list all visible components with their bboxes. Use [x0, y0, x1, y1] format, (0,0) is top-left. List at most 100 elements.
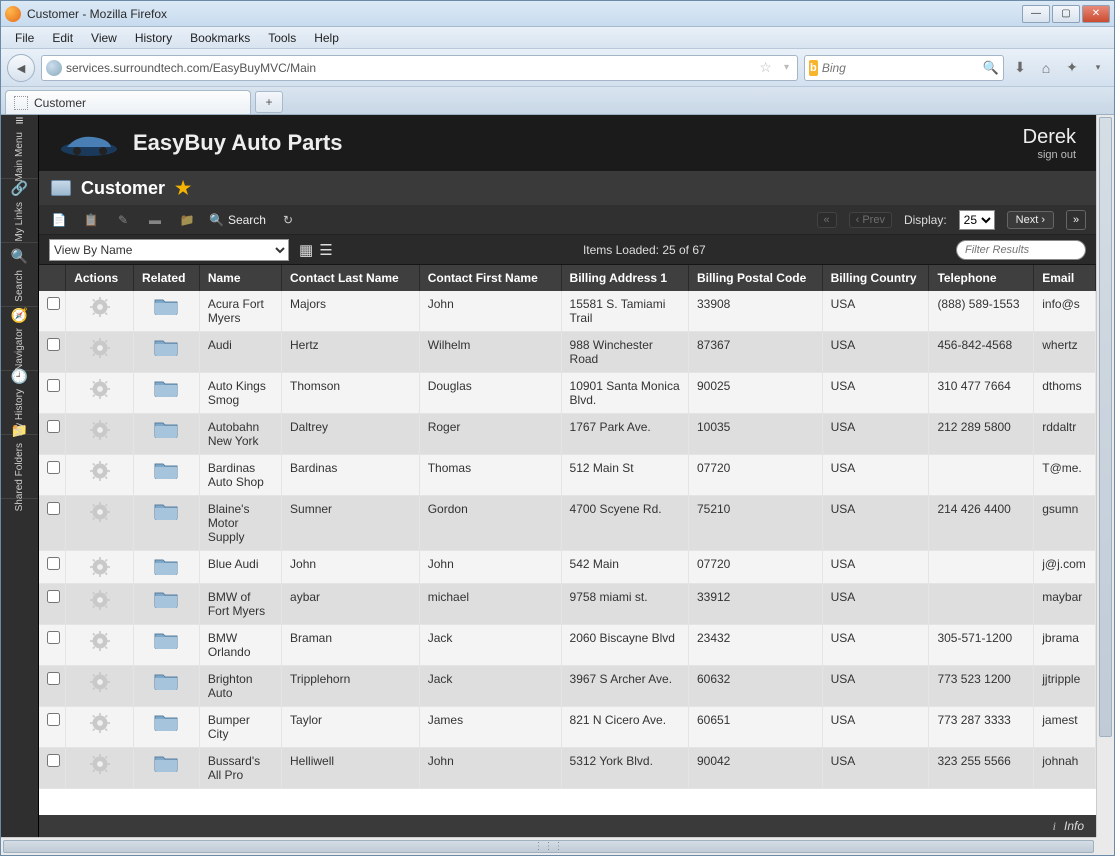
table-row[interactable]: AudiHertzWilhelm988 Winchester Road87367… — [39, 332, 1096, 373]
url-input[interactable] — [66, 61, 751, 75]
horizontal-scrollbar[interactable]: ⋮⋮⋮ — [1, 837, 1096, 855]
table-row[interactable]: BMW of Fort Myersaybarmichael9758 miami … — [39, 584, 1096, 625]
column-header[interactable]: Email — [1034, 265, 1096, 291]
view-by-select[interactable]: View By Name — [49, 239, 289, 261]
column-header[interactable]: Actions — [66, 265, 134, 291]
row-checkbox[interactable] — [47, 338, 60, 351]
folder-icon[interactable] — [154, 557, 178, 575]
gear-icon[interactable] — [90, 502, 110, 522]
gear-icon[interactable] — [90, 338, 110, 358]
prev-page-button[interactable]: ‹ Prev — [849, 212, 892, 228]
menu-file[interactable]: File — [7, 29, 42, 47]
table-row[interactable]: Bumper CityTaylorJames821 N Cicero Ave.6… — [39, 707, 1096, 748]
new-record-icon[interactable]: 📄 — [49, 210, 69, 230]
menu-tools[interactable]: Tools — [260, 29, 304, 47]
downloads-icon[interactable]: ⬇ — [1010, 58, 1030, 78]
minimize-button[interactable]: — — [1022, 5, 1050, 23]
copy-icon[interactable]: 📋 — [81, 210, 101, 230]
favorite-star-icon[interactable]: ★ — [175, 178, 191, 199]
row-checkbox[interactable] — [47, 379, 60, 392]
row-checkbox[interactable] — [47, 713, 60, 726]
close-button[interactable]: ✕ — [1082, 5, 1110, 23]
home-icon[interactable]: ⌂ — [1036, 58, 1056, 78]
gear-icon[interactable] — [90, 379, 110, 399]
folder-icon[interactable] — [154, 420, 178, 438]
maximize-button[interactable]: ▢ — [1052, 5, 1080, 23]
first-page-button[interactable]: « — [817, 212, 837, 228]
browser-search-box[interactable]: b 🔍 — [804, 55, 1004, 81]
table-row[interactable]: Brighton AutoTripplehornJack3967 S Arche… — [39, 666, 1096, 707]
menu-edit[interactable]: Edit — [44, 29, 81, 47]
menu-help[interactable]: Help — [306, 29, 347, 47]
addon-icon[interactable]: ✦ — [1062, 58, 1082, 78]
column-header[interactable]: Billing Country — [822, 265, 929, 291]
folder-icon[interactable] — [154, 297, 178, 315]
rail-item-navigator[interactable]: 🧭Navigator — [1, 307, 38, 371]
info-label[interactable]: Info — [1064, 819, 1084, 833]
table-row[interactable]: Blaine's Motor SupplySumnerGordon4700 Sc… — [39, 496, 1096, 551]
row-checkbox[interactable] — [47, 502, 60, 515]
gear-icon[interactable] — [90, 297, 110, 317]
refresh-icon[interactable]: ↻ — [278, 210, 298, 230]
folder-icon[interactable] — [154, 338, 178, 356]
sign-out-link[interactable]: sign out — [1023, 149, 1076, 161]
browser-search-input[interactable] — [822, 61, 979, 75]
table-row[interactable]: Acura Fort MyersMajorsJohn15581 S. Tamia… — [39, 291, 1096, 332]
column-header[interactable]: Billing Address 1 — [561, 265, 688, 291]
column-header[interactable]: Billing Postal Code — [688, 265, 822, 291]
back-button[interactable]: ◄ — [7, 54, 35, 82]
next-page-button[interactable]: Next › — [1007, 211, 1054, 229]
row-checkbox[interactable] — [47, 631, 60, 644]
folder-icon[interactable] — [154, 502, 178, 520]
folder-icon[interactable] — [154, 631, 178, 649]
column-header[interactable]: Contact Last Name — [282, 265, 420, 291]
column-header[interactable]: Telephone — [929, 265, 1034, 291]
folder-icon[interactable] — [154, 754, 178, 772]
gear-icon[interactable] — [90, 590, 110, 610]
row-checkbox[interactable] — [47, 297, 60, 310]
row-checkbox[interactable] — [47, 672, 60, 685]
column-header[interactable]: Name — [199, 265, 281, 291]
table-row[interactable]: BMW OrlandoBramanJack2060 Biscayne Blvd2… — [39, 625, 1096, 666]
search-submit-icon[interactable]: 🔍 — [983, 60, 999, 76]
rail-item-search[interactable]: 🔍Search — [1, 243, 38, 307]
display-count-select[interactable]: 25 — [959, 210, 995, 230]
gear-icon[interactable] — [90, 557, 110, 577]
last-page-button[interactable]: » — [1066, 210, 1086, 230]
column-header[interactable] — [39, 265, 66, 291]
folder-icon[interactable]: 📁 — [177, 210, 197, 230]
toolbar-menu-icon[interactable]: ▾ — [1088, 58, 1108, 78]
rail-item-shared-folders[interactable]: 📁Shared Folders — [1, 435, 38, 499]
folder-icon[interactable] — [154, 713, 178, 731]
row-checkbox[interactable] — [47, 754, 60, 767]
table-row[interactable]: Blue AudiJohnJohn542 Main07720USAj@j.com — [39, 551, 1096, 584]
folder-icon[interactable] — [154, 672, 178, 690]
menu-bookmarks[interactable]: Bookmarks — [182, 29, 258, 47]
gear-icon[interactable] — [90, 631, 110, 651]
grid-view-icon[interactable]: ▦ — [299, 241, 313, 259]
rail-item-main-menu[interactable]: ≡Main Menu — [1, 115, 38, 179]
column-header[interactable]: Contact First Name — [419, 265, 561, 291]
list-view-icon[interactable]: ☰ — [319, 241, 332, 259]
menu-history[interactable]: History — [127, 29, 180, 47]
vertical-scrollbar[interactable] — [1096, 115, 1114, 837]
row-checkbox[interactable] — [47, 557, 60, 570]
gear-icon[interactable] — [90, 713, 110, 733]
gear-icon[interactable] — [90, 754, 110, 774]
column-header[interactable]: Related — [134, 265, 200, 291]
folder-icon[interactable] — [154, 590, 178, 608]
url-bar[interactable]: ☆ ▾ — [41, 55, 798, 81]
rail-item-my-history[interactable]: 🕘My History — [1, 371, 38, 435]
gear-icon[interactable] — [90, 672, 110, 692]
search-link[interactable]: 🔍 Search — [209, 213, 266, 227]
site-identity-icon[interactable] — [46, 60, 62, 76]
table-row[interactable]: Auto Kings SmogThomsonDouglas10901 Santa… — [39, 373, 1096, 414]
row-checkbox[interactable] — [47, 420, 60, 433]
row-checkbox[interactable] — [47, 590, 60, 603]
url-dropdown-icon[interactable]: ▾ — [780, 62, 793, 73]
table-row[interactable]: Bussard's All ProHelliwellJohn5312 York … — [39, 748, 1096, 789]
table-row[interactable]: Bardinas Auto ShopBardinasThomas512 Main… — [39, 455, 1096, 496]
new-tab-button[interactable]: + — [255, 91, 283, 113]
folder-icon[interactable] — [154, 461, 178, 479]
folder-icon[interactable] — [154, 379, 178, 397]
